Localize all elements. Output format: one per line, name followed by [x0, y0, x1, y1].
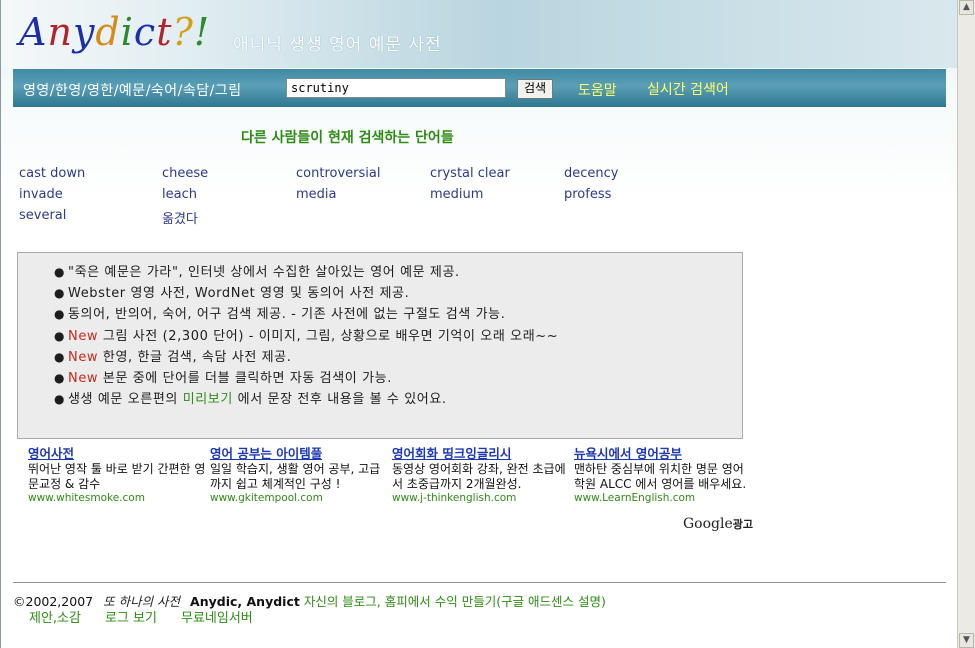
feature-item: ● 동의어, 반의어, 숙어, 어구 검색 제공. - 기존 사전에 없는 구절도…: [54, 304, 558, 325]
ad-title[interactable]: 뉴욕시에서 영어공부: [574, 443, 754, 462]
feature-item: ● Webster 영영 사전, WordNet 영영 및 동의어 사전 제공.: [54, 283, 558, 304]
recent-word-link[interactable]: cast down: [19, 166, 85, 181]
live-search-link[interactable]: 실시간 검색어: [647, 79, 729, 99]
footer-divider: [13, 582, 946, 583]
google-brand: Google: [683, 516, 733, 532]
header: Anydict?! 애니닉 생생 영어 예문 사전: [1, 0, 958, 68]
recent-word-link[interactable]: invade: [19, 187, 63, 202]
footer-info: ©2002,2007 또 하나의 사전 Anydic, Anydict 자신의 …: [13, 591, 606, 610]
scroll-down-icon[interactable]: ▼: [959, 633, 974, 648]
feature-text: 그림 사전 (2,300 단어) - 이미지, 그림, 상황으로 배우면 기억이…: [98, 328, 559, 344]
bullet-icon: ●: [54, 307, 66, 322]
ad-unit[interactable]: 뉴욕시에서 영어공부 맨하탄 중심부에 위치한 명문 영어 학원 ALCC 에서…: [574, 443, 754, 504]
ad-body: 동영상 영어회화 강좌, 완전 초급에서 초중급까지 2개월완성.: [392, 462, 566, 491]
feature-item: ● New 한영, 한글 검색, 속담 사전 제공.: [54, 347, 558, 368]
search-bar: 영영/한영/영한/예문/숙어/속담/그림 scrutiny 검색 도움말 실시간…: [13, 69, 946, 107]
feature-text: 동의어, 반의어, 숙어, 어구 검색 제공. - 기존 사전에 없는 구절도 …: [68, 307, 506, 323]
logo-letter: t: [156, 10, 173, 54]
feature-item: ● New 그림 사전 (2,300 단어) - 이미지, 그림, 상황으로 배우…: [54, 326, 558, 347]
logo-letter: A: [19, 10, 48, 54]
ad-body: 일일 학습지, 생활 영어 공부, 고급까지 쉽고 체계적인 구성 !: [210, 462, 381, 491]
logo-letter: d: [95, 10, 121, 54]
ad-title[interactable]: 영어사전: [28, 443, 208, 462]
logo-letter: !: [193, 10, 211, 54]
recent-word-link[interactable]: several: [19, 208, 66, 223]
page: Anydict?! 애니닉 생생 영어 예문 사전 영영/한영/영한/예문/숙어…: [0, 0, 958, 648]
search-button[interactable]: 검색: [517, 79, 553, 99]
ad-title[interactable]: 영어회화 띵크잉글리시: [392, 443, 572, 462]
logo-letter: i: [120, 10, 134, 54]
feature-text: 한영, 한글 검색, 속담 사전 제공.: [98, 349, 292, 365]
others-searching-title: 다른 사람들이 현재 검색하는 단어들: [241, 130, 454, 146]
ads-label: 광고: [732, 518, 754, 531]
feedback-link[interactable]: 제안,소감: [29, 607, 81, 626]
scroll-up-icon[interactable]: ▲: [959, 0, 974, 15]
feature-text: Webster 영영 사전, WordNet 영영 및 동의어 사전 제공.: [68, 286, 410, 302]
feature-item: ● New 본문 중에 단어를 더블 클릭하면 자동 검색이 가능.: [54, 368, 558, 389]
new-badge: New: [68, 370, 99, 386]
bullet-icon: ●: [54, 370, 66, 385]
bullet-icon: ●: [54, 265, 66, 279]
ad-unit[interactable]: 영어사전 뛰어난 영작 툴 바로 받기 간편한 영문교정 & 감수 www.wh…: [28, 443, 208, 504]
site-logo[interactable]: Anydict?!: [19, 10, 210, 54]
ad-unit[interactable]: 영어회화 띵크잉글리시 동영상 영어회화 강좌, 완전 초급에서 초중급까지 2…: [392, 443, 572, 504]
new-badge: New: [68, 349, 99, 365]
bullet-icon: ●: [54, 286, 66, 301]
dictionary-categories[interactable]: 영영/한영/영한/예문/숙어/속담/그림: [23, 80, 242, 100]
adsense-blog-link[interactable]: 자신의 블로그, 홈피에서 수익 만들기(구글 애드센스 설명): [304, 594, 606, 609]
ad-url[interactable]: www.LearnEnglish.com: [574, 492, 754, 504]
feature-item: ● "죽은 예문은 가라", 인터넷 상에서 수집한 살아있는 영어 예문 제공.: [54, 262, 558, 283]
ad-body: 뛰어난 영작 툴 바로 받기 간편한 영문교정 & 감수: [28, 462, 206, 491]
ad-title[interactable]: 영어 공부는 아이템풀: [210, 443, 390, 462]
search-input[interactable]: scrutiny: [286, 78, 506, 98]
vertical-scrollbar[interactable]: ▲ ▼: [957, 0, 975, 648]
recent-word-link[interactable]: 옮겼다: [162, 208, 198, 227]
logo-letter: n: [47, 10, 73, 54]
logo-letter: y: [72, 10, 96, 54]
recent-word-link[interactable]: decency: [564, 166, 618, 181]
feature-list-box: ● "죽은 예문은 가라", 인터넷 상에서 수집한 살아있는 영어 예문 제공.…: [17, 252, 743, 439]
ad-url[interactable]: www.whitesmoke.com: [28, 492, 208, 504]
feature-text: 본문 중에 단어를 더블 클릭하면 자동 검색이 가능.: [98, 370, 392, 386]
ad-unit[interactable]: 영어 공부는 아이템풀 일일 학습지, 생활 영어 공부, 고급까지 쉽고 체계…: [210, 443, 390, 504]
recent-word-link[interactable]: leach: [162, 187, 197, 202]
recent-word-link[interactable]: crystal clear: [430, 166, 510, 181]
logo-letter: c: [133, 10, 157, 54]
bullet-icon: ●: [54, 328, 66, 343]
feature-text: 에서 문장 전후 내용을 볼 수 있어요.: [232, 392, 447, 408]
recent-word-link[interactable]: cheese: [162, 166, 208, 181]
recent-word-link[interactable]: medium: [430, 187, 483, 202]
free-nameserver-link[interactable]: 무료네임서버: [181, 607, 253, 626]
site-tagline: 애니닉 생생 영어 예문 사전: [233, 35, 442, 55]
ad-url[interactable]: www.gkitempool.com: [210, 492, 390, 504]
feature-item: ● 생생 예문 오른편의 미리보기 에서 문장 전후 내용을 볼 수 있어요.: [54, 389, 558, 410]
ad-url[interactable]: www.j-thinkenglish.com: [392, 492, 572, 504]
recent-word-link[interactable]: profess: [564, 187, 611, 202]
feature-text: 생생 예문 오른편의: [68, 392, 183, 408]
help-link[interactable]: 도움말: [578, 80, 617, 100]
google-ads-label[interactable]: Google광고: [683, 516, 753, 532]
bullet-icon: ●: [54, 349, 66, 364]
bullet-icon: ●: [54, 392, 66, 407]
recent-word-link[interactable]: media: [296, 187, 337, 202]
feature-text: "죽은 예문은 가라", 인터넷 상에서 수집한 살아있는 영어 예문 제공.: [68, 265, 460, 280]
new-badge: New: [68, 328, 99, 344]
preview-link[interactable]: 미리보기: [183, 392, 233, 407]
recent-word-link[interactable]: controversial: [296, 166, 380, 181]
logo-letter: ?: [172, 10, 194, 54]
ad-body: 맨하탄 중심부에 위치한 명문 영어 학원 ALCC 에서 영어를 배우세요.: [574, 462, 747, 491]
log-view-link[interactable]: 로그 보기: [105, 607, 157, 626]
